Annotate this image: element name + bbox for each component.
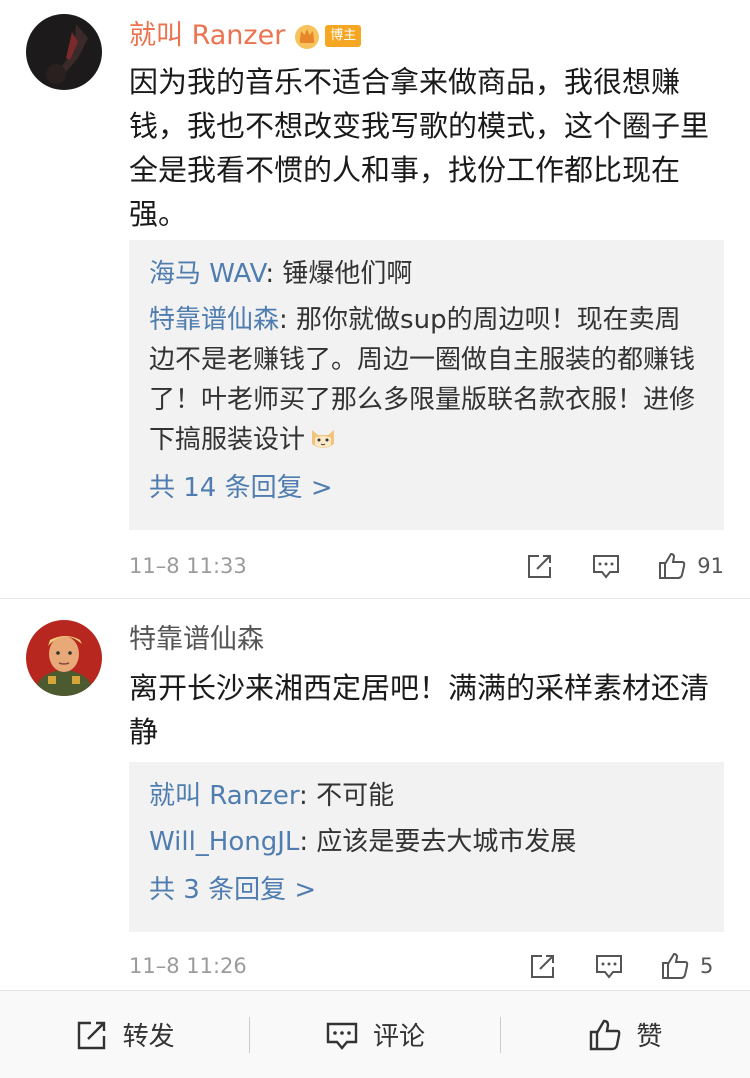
like-count: 91 bbox=[697, 554, 724, 578]
reply-author[interactable]: 海马 WAV bbox=[149, 259, 265, 289]
author-row: 特靠谱仙森 bbox=[129, 620, 264, 660]
crown-icon bbox=[295, 25, 320, 49]
replies-box[interactable]: 就叫 Ranzer: 不可能 Will_HongJL: 应该是要去大城市发展 共… bbox=[129, 762, 724, 932]
comment-icon bbox=[326, 1022, 358, 1050]
repost-icon[interactable] bbox=[528, 951, 558, 981]
comment-divider bbox=[0, 598, 750, 599]
comment-icon[interactable] bbox=[594, 951, 624, 981]
timestamp: 11–8 11:26 bbox=[129, 954, 247, 978]
comment-meta: 11–8 11:26 5 bbox=[129, 946, 724, 986]
author-row: 就叫 Ranzer 博主 bbox=[129, 16, 362, 56]
reply-text: : 不可能 bbox=[299, 781, 395, 811]
comment-meta: 11–8 11:33 91 bbox=[129, 546, 724, 586]
like-icon[interactable] bbox=[657, 551, 687, 581]
like-label: 赞 bbox=[636, 1022, 663, 1052]
repost-icon[interactable] bbox=[525, 551, 555, 581]
reply-item[interactable]: 特靠谱仙森: 那你就做sup的周边呗！现在卖周边不是老赚钱了。周边一圈做自主服装… bbox=[149, 300, 704, 460]
reply-author[interactable]: Will_HongJL bbox=[149, 827, 299, 857]
avatar[interactable] bbox=[26, 14, 102, 90]
like-icon bbox=[590, 1019, 621, 1050]
more-replies-link[interactable]: 共 14 条回复 > bbox=[149, 468, 704, 508]
like-icon[interactable] bbox=[660, 951, 690, 981]
author-name[interactable]: 特靠谱仙森 bbox=[129, 620, 264, 660]
timestamp: 11–8 11:33 bbox=[129, 554, 247, 578]
reply-text: : 应该是要去大城市发展 bbox=[299, 827, 577, 857]
comment-label: 评论 bbox=[372, 1022, 425, 1052]
repost-label: 转发 bbox=[122, 1022, 175, 1052]
author-name[interactable]: 就叫 Ranzer bbox=[129, 16, 285, 56]
more-replies-link[interactable]: 共 3 条回复 > bbox=[149, 870, 704, 910]
bottom-action-bar: 转发 评论 赞 bbox=[0, 990, 750, 1078]
comment-text: 因为我的音乐不适合拿来做商品，我很想赚钱，我也不想改变我写歌的模式，这个圈子里全… bbox=[129, 65, 710, 231]
reply-author[interactable]: 就叫 Ranzer bbox=[149, 781, 299, 811]
reply-item[interactable]: 就叫 Ranzer: 不可能 bbox=[149, 776, 704, 816]
repost-button[interactable]: 转发 bbox=[0, 1016, 249, 1053]
like-button[interactable]: 赞 bbox=[501, 1016, 750, 1053]
comment-button[interactable]: 评论 bbox=[250, 1016, 499, 1053]
comment-text: 离开长沙来湘西定居吧！满满的采样素材还清静 bbox=[129, 671, 710, 749]
reply-item[interactable]: 海马 WAV: 锤爆他们啊 bbox=[149, 254, 704, 294]
reply-text: : 锤爆他们啊 bbox=[265, 259, 413, 289]
replies-box[interactable]: 海马 WAV: 锤爆他们啊 特靠谱仙森: 那你就做sup的周边呗！现在卖周边不是… bbox=[129, 240, 724, 530]
reply-item[interactable]: Will_HongJL: 应该是要去大城市发展 bbox=[149, 822, 704, 862]
like-count: 5 bbox=[700, 954, 714, 978]
avatar[interactable] bbox=[26, 620, 102, 696]
author-badge: 博主 bbox=[325, 25, 362, 47]
repost-icon bbox=[77, 1021, 105, 1049]
comment-icon[interactable] bbox=[591, 551, 621, 581]
reply-author[interactable]: 特靠谱仙森 bbox=[149, 305, 279, 335]
cat-emoji-icon bbox=[312, 430, 335, 448]
